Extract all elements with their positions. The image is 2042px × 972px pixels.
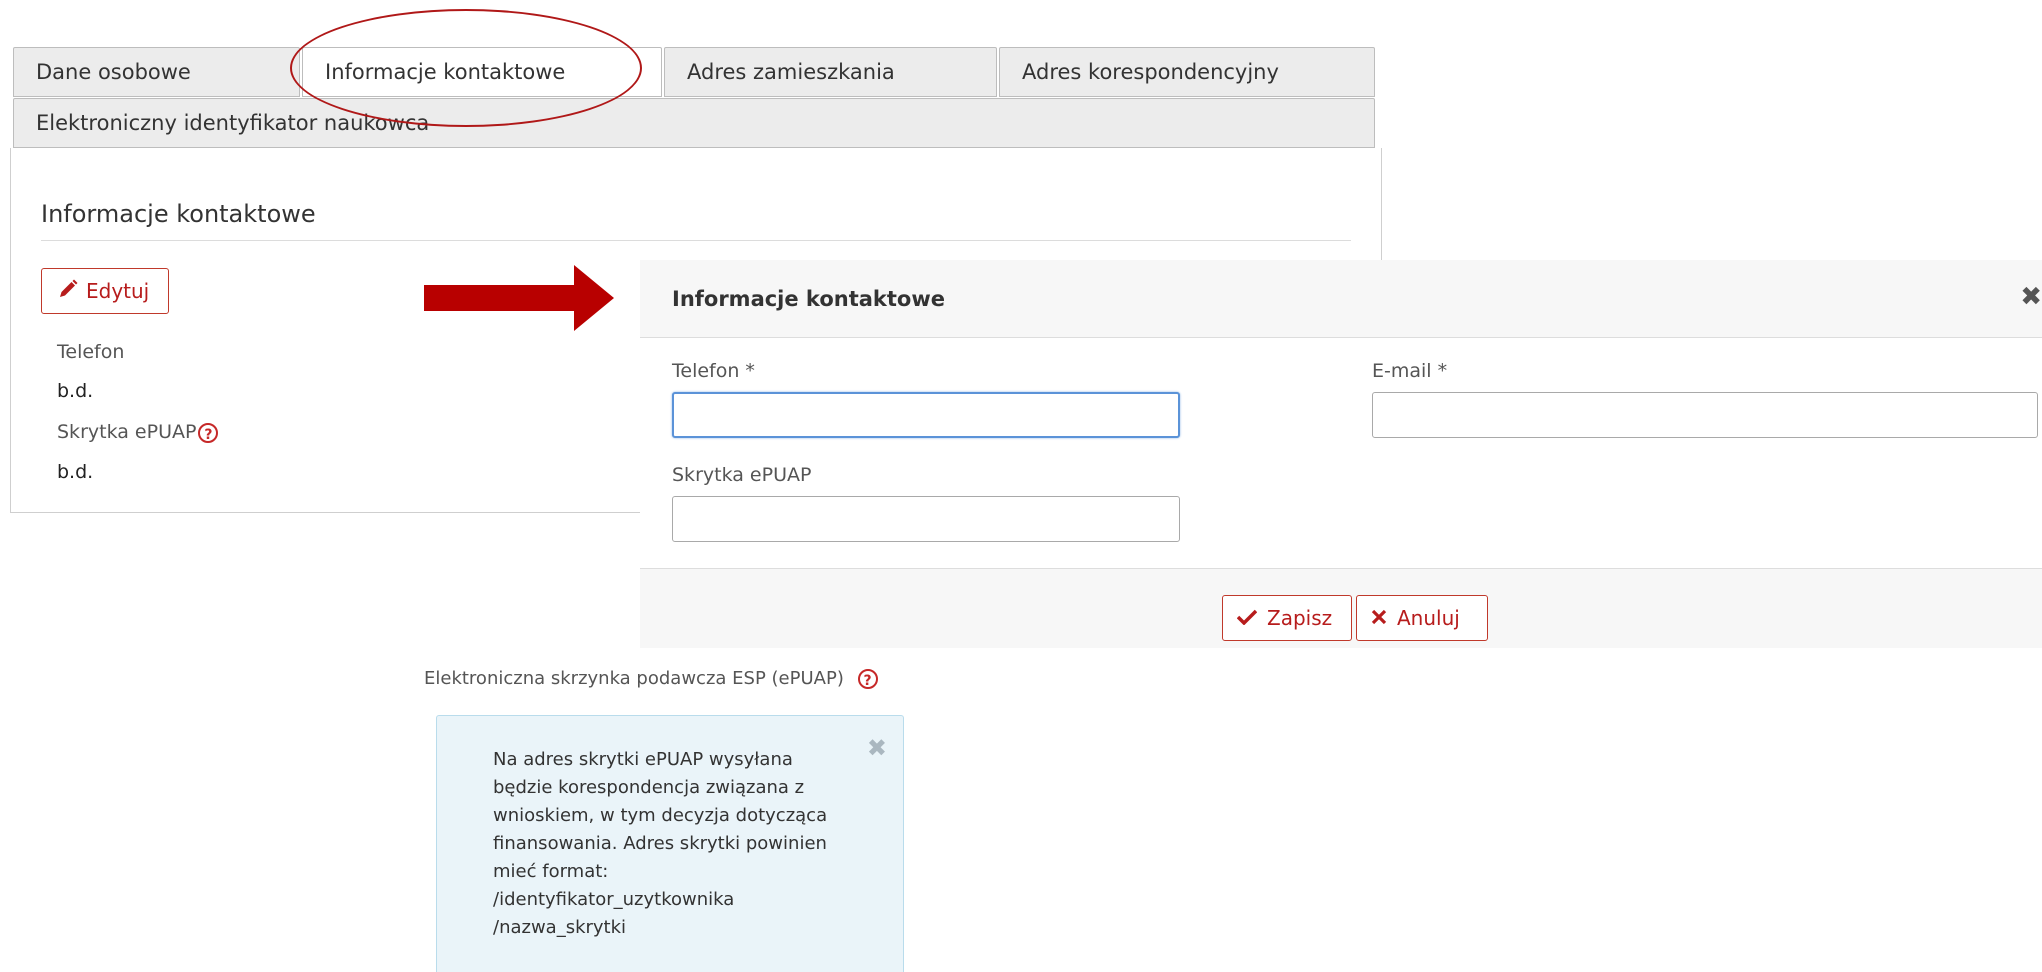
panel-title: Informacje kontaktowe	[41, 200, 316, 228]
edit-button[interactable]: Edytuj	[41, 268, 169, 314]
x-icon	[1371, 606, 1387, 630]
modal-header: Informacje kontaktowe ✖	[640, 260, 2042, 338]
cancel-button[interactable]: Anuluj	[1356, 595, 1488, 641]
cancel-button-label: Anuluj	[1397, 606, 1460, 630]
epuap-help-alert: ✖ Na adres skrytki ePUAP wysyłana będzie…	[436, 715, 904, 972]
divider	[41, 240, 1351, 241]
tab-dane-osobowe[interactable]: Dane osobowe	[13, 47, 300, 97]
epuap-label: Skrytka ePUAP	[57, 421, 197, 443]
modal-footer: Zapisz Anuluj	[640, 568, 2042, 648]
epuap-field[interactable]	[672, 496, 1180, 542]
phone-field[interactable]	[672, 392, 1180, 438]
tab-label: Adres korespondencyjny	[1022, 60, 1279, 84]
epuap-value: b.d.	[57, 461, 94, 483]
tab-label: Dane osobowe	[36, 60, 191, 84]
tab-adres-zamieszkania[interactable]: Adres zamieszkania	[664, 47, 997, 97]
tab-adres-korespondencyjny[interactable]: Adres korespondencyjny	[999, 47, 1375, 97]
tab-informacje-kontaktowe[interactable]: Informacje kontaktowe	[302, 47, 662, 97]
modal-title: Informacje kontaktowe	[672, 287, 945, 311]
edit-button-label: Edytuj	[86, 279, 150, 303]
contact-info-modal: Informacje kontaktowe ✖ Telefon * E-mail…	[640, 260, 2042, 648]
close-icon[interactable]: ✖	[867, 734, 887, 762]
email-field[interactable]	[1372, 392, 2038, 438]
phone-field-label: Telefon *	[672, 360, 755, 382]
question-circle-icon[interactable]: ?	[198, 422, 219, 443]
email-field-label: E-mail *	[1372, 360, 1448, 382]
epuap-help-text: Na adres skrytki ePUAP wysyłana będzie k…	[493, 749, 828, 938]
save-button-label: Zapisz	[1267, 606, 1333, 630]
phone-value: b.d.	[57, 380, 94, 402]
phone-label: Telefon	[57, 341, 125, 363]
tab-label: Informacje kontaktowe	[325, 60, 566, 84]
arrow-right-icon	[424, 265, 614, 331]
epuap-field-label: Skrytka ePUAP	[672, 464, 812, 486]
question-circle-icon[interactable]: ?	[857, 669, 878, 689]
tab-elektroniczny-identyfikator[interactable]: Elektroniczny identyfikator naukowca	[13, 98, 1375, 148]
tab-label: Adres zamieszkania	[687, 60, 895, 84]
pencil-icon	[58, 279, 78, 304]
tab-label: Elektroniczny identyfikator naukowca	[36, 111, 430, 135]
close-icon[interactable]: ✖	[2020, 282, 2042, 312]
epuap-label-row: Skrytka ePUAP?	[57, 421, 219, 443]
save-button[interactable]: Zapisz	[1222, 595, 1352, 641]
epuap-help-label-row: Elektroniczna skrzynka podawcza ESP (ePU…	[424, 668, 878, 689]
check-icon	[1236, 606, 1258, 630]
epuap-help-label: Elektroniczna skrzynka podawcza ESP (ePU…	[424, 668, 844, 689]
